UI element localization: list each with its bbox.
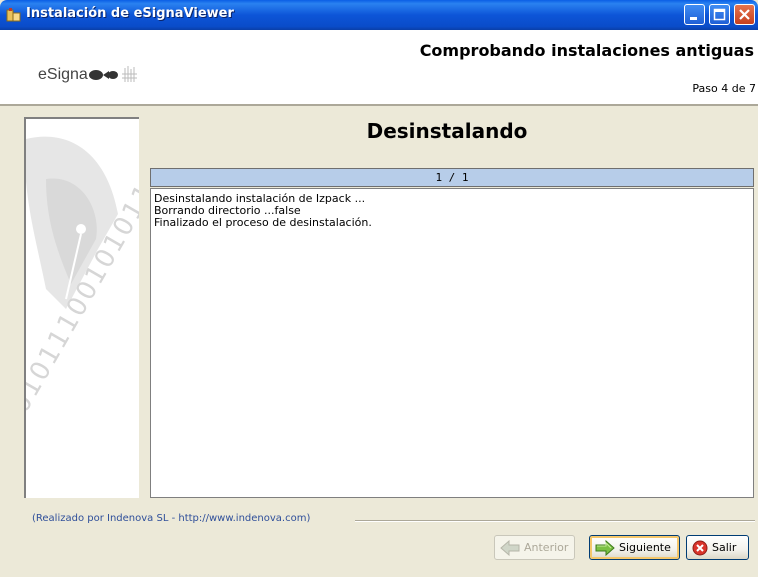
header-divider — [0, 104, 758, 106]
next-button-label: Siguiente — [619, 541, 671, 554]
esigna-logo-text: eSigna — [38, 66, 88, 83]
log-line: Finalizado el proceso de desinstalación. — [154, 216, 372, 229]
arrow-right-icon — [595, 539, 615, 556]
maximize-icon — [713, 8, 726, 21]
uninstall-log[interactable]: Desinstalando instalación de Izpack ... … — [150, 188, 754, 498]
minimize-icon — [690, 17, 697, 20]
footer-divider — [355, 520, 755, 522]
title-bar[interactable]: Instalación de eSignaViewer — [0, 0, 758, 30]
maximize-button[interactable] — [709, 4, 730, 25]
arrow-left-icon — [500, 539, 520, 556]
window-title: Instalación de eSignaViewer — [26, 6, 234, 21]
exit-button-label: Salir — [712, 541, 737, 554]
header: eSigna Comprobando instalaciones antigua… — [0, 30, 758, 104]
step-indicator: Paso 4 de 7 — [692, 82, 756, 95]
exit-x-icon — [692, 540, 708, 555]
progress-text: 1 / 1 — [435, 171, 469, 184]
exit-button[interactable]: Salir — [686, 535, 749, 560]
previous-button[interactable]: Anterior — [494, 535, 575, 560]
next-button[interactable]: Siguiente — [589, 535, 680, 560]
page-title: Desinstalando — [366, 119, 528, 143]
side-image-panel: 1010111001010111 — [24, 117, 139, 498]
installer-icon — [6, 8, 21, 22]
progress-bar: 1 / 1 — [150, 168, 754, 187]
previous-button-label: Anterior — [524, 541, 569, 554]
esigna-logo-icon — [89, 66, 137, 82]
close-icon — [739, 9, 750, 20]
minimize-button[interactable] — [684, 4, 705, 25]
header-title: Comprobando instalaciones antiguas — [419, 41, 754, 60]
close-button[interactable] — [734, 4, 755, 25]
credit-text: (Realizado por Indenova SL - http://www.… — [32, 513, 311, 524]
